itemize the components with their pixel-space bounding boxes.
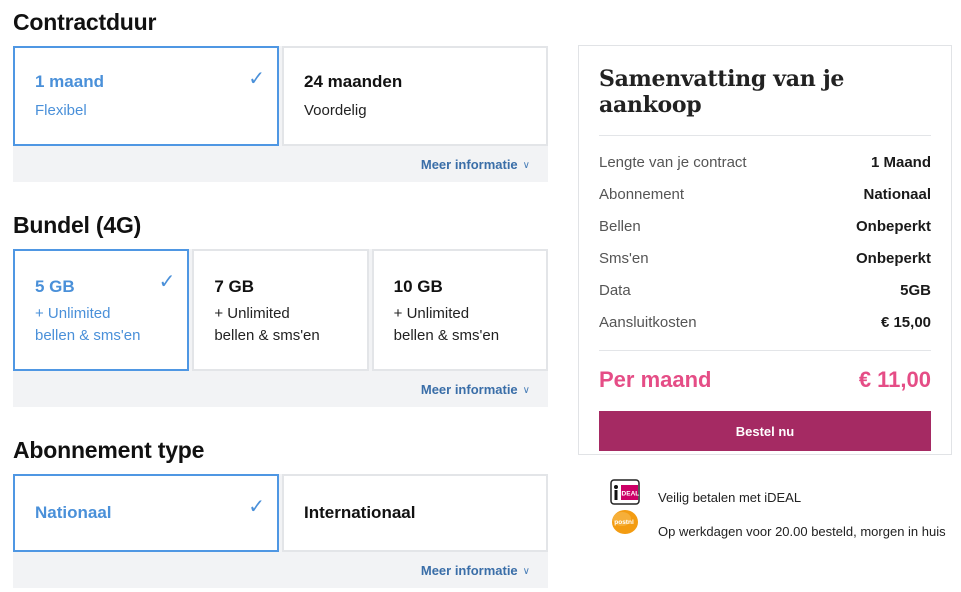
ideal-logo-icon: iDEAL [610, 479, 640, 505]
option-label: 10 GB [393, 277, 443, 296]
summary-value: Onbeperkt [855, 249, 931, 267]
option-label: 5 GB [35, 277, 75, 296]
option-7gb[interactable]: 7 GB + Unlimited bellen & sms'en [192, 249, 369, 371]
summary-value: 5GB [900, 281, 931, 299]
more-info-label: Meer informatie [420, 381, 518, 397]
monthly-total: Per maand € 11,00 [599, 367, 931, 393]
bundle-group: 5 GB + Unlimited bellen & sms'en ✓ 7 GB … [13, 249, 548, 407]
contract-duration-group: 1 maand Flexibel ✓ 24 maanden Voordelig … [13, 46, 548, 182]
total-value: € 11,00 [858, 367, 931, 392]
summary-row: Sms'en Onbeperkt [599, 242, 931, 274]
type-options: Nationaal ✓ Internationaal [13, 474, 548, 552]
summary-value: Onbeperkt [855, 217, 931, 235]
more-info-link-contract[interactable]: Meer informatie ∨ [13, 146, 548, 182]
chevron-down-icon: ∨ [522, 384, 530, 396]
postnl-info: postnl Op werkdagen voor 20.00 besteld, … [610, 509, 948, 542]
summary-row: Lengte van je contract 1 Maand [599, 146, 931, 178]
summary-title: Samenvatting van je aankoop [599, 66, 931, 136]
option-sub-line: + Unlimited [214, 305, 290, 322]
ideal-logo-text: iDEAL [620, 491, 640, 498]
option-sub-line: bellen & sms'en [214, 327, 320, 344]
more-info-link-bundle[interactable]: Meer informatie ∨ [13, 371, 548, 407]
more-info-link-type[interactable]: Meer informatie ∨ [13, 552, 548, 588]
summary-key: Data [599, 281, 631, 299]
contract-options: 1 maand Flexibel ✓ 24 maanden Voordelig [13, 46, 548, 146]
summary-row: Aansluitkosten € 15,00 [599, 306, 931, 338]
summary-value: Nationaal [863, 185, 931, 203]
option-label: 24 maanden [304, 72, 403, 91]
option-sub-line: bellen & sms'en [393, 327, 500, 344]
option-10gb[interactable]: 10 GB + Unlimited bellen & sms'en [371, 249, 548, 371]
contract-duration-title: Contractduur [13, 9, 157, 35]
summary-row: Data 5GB [599, 274, 931, 306]
ideal-info: iDEAL Veilig betalen met iDEAL [610, 479, 948, 508]
option-sub: + Unlimited bellen & sms'en [214, 303, 346, 347]
option-nationaal[interactable]: Nationaal ✓ [13, 474, 279, 552]
option-sub-line: + Unlimited [35, 305, 111, 322]
option-internationaal[interactable]: Internationaal [282, 474, 548, 552]
ideal-text: Veilig betalen met iDEAL [658, 490, 802, 505]
more-info-label: Meer informatie [420, 156, 518, 172]
summary-key: Bellen [599, 217, 641, 235]
summary-key: Lengte van je contract [599, 153, 747, 171]
option-1-month[interactable]: 1 maand Flexibel ✓ [13, 46, 279, 146]
postnl-logo-icon: postnl [612, 510, 638, 534]
option-24-months[interactable]: 24 maanden Voordelig [282, 46, 548, 146]
summary-value: 1 Maand [870, 153, 931, 171]
chevron-down-icon: ∨ [522, 565, 530, 577]
summary-key: Abonnement [599, 185, 685, 203]
option-label: Nationaal [35, 503, 112, 522]
option-sub: Flexibel [35, 102, 87, 119]
option-sub: + Unlimited bellen & sms'en [394, 303, 526, 347]
subscription-type-group: Nationaal ✓ Internationaal Meer informat… [13, 474, 548, 588]
check-icon: ✓ [248, 68, 265, 90]
summary-row: Abonnement Nationaal [599, 178, 931, 210]
summary-rows: Lengte van je contract 1 Maand Abonnemen… [599, 136, 931, 351]
summary-key: Sms'en [599, 249, 649, 267]
option-5gb[interactable]: 5 GB + Unlimited bellen & sms'en ✓ [13, 249, 190, 371]
bundle-options: 5 GB + Unlimited bellen & sms'en ✓ 7 GB … [13, 249, 548, 371]
order-button[interactable]: Bestel nu [599, 411, 931, 451]
purchase-summary: Samenvatting van je aankoop Lengte van j… [578, 45, 952, 455]
option-sub: Voordelig [304, 102, 367, 119]
check-icon: ✓ [248, 496, 265, 518]
postnl-logo-text: postnl [614, 519, 634, 526]
chevron-down-icon: ∨ [522, 159, 530, 171]
option-label: 1 maand [35, 72, 104, 91]
option-sub: + Unlimited bellen & sms'en [35, 303, 167, 347]
more-info-label: Meer informatie [420, 562, 518, 578]
bundle-title: Bundel (4G) [13, 212, 142, 238]
option-sub-line: bellen & sms'en [35, 327, 141, 344]
summary-key: Aansluitkosten [599, 313, 697, 331]
subscription-type-title: Abonnement type [13, 437, 205, 463]
total-label: Per maand [599, 367, 712, 392]
summary-row: Bellen Onbeperkt [599, 210, 931, 242]
summary-value: € 15,00 [880, 313, 931, 331]
postnl-text: Op werkdagen voor 20.00 besteld, morgen … [658, 524, 946, 539]
option-label: Internationaal [304, 503, 416, 522]
check-icon: ✓ [158, 271, 176, 293]
option-label: 7 GB [214, 277, 255, 296]
option-sub-line: + Unlimited [393, 305, 470, 322]
